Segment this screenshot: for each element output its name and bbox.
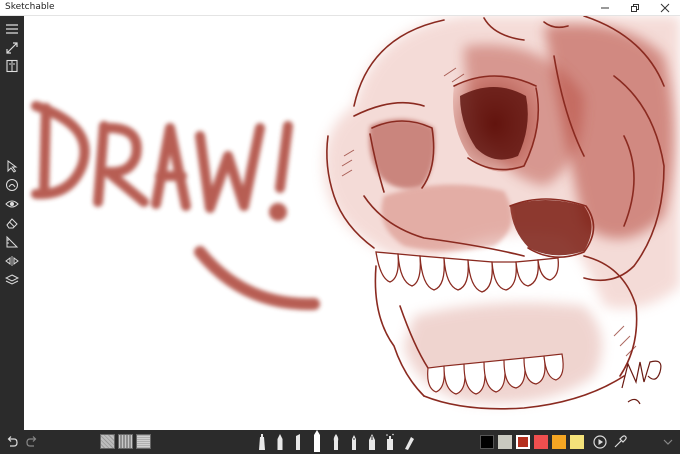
maximize-button[interactable] [620, 0, 650, 16]
color-icon [6, 178, 18, 191]
color-swatch-gray[interactable] [498, 435, 512, 449]
select-tool-button[interactable] [2, 157, 22, 174]
select-icon [7, 159, 18, 173]
fullscreen-button[interactable] [2, 39, 22, 56]
paper-texture-3[interactable] [136, 434, 151, 449]
color-swatch-light-red[interactable] [534, 435, 548, 449]
pencil-tool[interactable] [274, 433, 286, 451]
artist-signature [621, 360, 662, 405]
left-toolbar [0, 16, 24, 430]
visibility-button[interactable] [2, 195, 22, 212]
minimize-icon [601, 7, 609, 9]
artwork [31, 16, 680, 410]
color-swatch-orange[interactable] [552, 435, 566, 449]
collapse-icon [663, 439, 673, 445]
eyedropper-icon [614, 435, 627, 448]
title-bar: Sketchable [0, 0, 680, 16]
marker-icon [259, 434, 265, 450]
play-icon [593, 435, 607, 449]
window-title: Sketchable [5, 2, 55, 12]
undo-button[interactable] [4, 433, 20, 451]
paper-texture-2[interactable] [118, 434, 133, 449]
airbrush-tool[interactable] [310, 430, 324, 452]
chisel-pen-tool[interactable] [292, 433, 304, 451]
marker-tool[interactable] [256, 433, 268, 451]
pen-icon [352, 435, 356, 450]
eraser-button[interactable] [2, 214, 22, 231]
fountain-pen-tool[interactable] [366, 433, 378, 451]
layers-button[interactable] [2, 271, 22, 288]
play-button[interactable] [592, 433, 608, 451]
chisel-pen-icon [296, 434, 300, 450]
close-icon [660, 3, 670, 13]
color-button[interactable] [2, 176, 22, 193]
color-swatch-black[interactable] [480, 435, 494, 449]
visibility-icon [5, 200, 19, 207]
color-swatch-red-selected[interactable] [516, 435, 530, 449]
fullscreen-icon [6, 41, 18, 54]
spray-icon [386, 433, 394, 450]
symmetry-icon [5, 255, 19, 266]
drawing-canvas[interactable] [24, 16, 680, 430]
pencil-icon [277, 434, 283, 450]
smudge-tool[interactable] [402, 433, 416, 451]
eraser-icon [6, 217, 18, 228]
pen-tool[interactable] [348, 433, 360, 451]
menu-icon [6, 23, 18, 34]
collapse-toolbar-button[interactable] [660, 433, 676, 451]
skull-drawing [324, 16, 680, 410]
maximize-icon [631, 4, 639, 12]
eyedropper-button[interactable] [612, 433, 628, 451]
brush-tool[interactable] [330, 433, 342, 451]
upper-teeth [375, 251, 559, 293]
smudge-icon [405, 437, 414, 450]
redo-icon [26, 436, 37, 447]
close-button[interactable] [650, 0, 680, 16]
symmetry-button[interactable] [2, 252, 22, 269]
ruler-icon [6, 235, 19, 247]
airbrush-icon [314, 430, 320, 452]
redo-button[interactable] [24, 433, 40, 451]
minimize-button[interactable] [590, 0, 620, 16]
bottom-toolbar [0, 430, 680, 454]
ruler-button[interactable] [2, 233, 22, 250]
menu-button[interactable] [2, 20, 22, 37]
fountain-pen-icon [369, 434, 375, 450]
journal-icon [6, 59, 18, 72]
spray-tool[interactable] [384, 433, 396, 451]
paper-texture-1[interactable] [100, 434, 115, 449]
brush-icon [333, 434, 339, 450]
draw-doodle [31, 101, 320, 311]
journal-button[interactable] [2, 57, 22, 74]
color-swatch-yellow[interactable] [570, 435, 584, 449]
undo-icon [7, 436, 18, 447]
layers-icon [5, 273, 19, 285]
